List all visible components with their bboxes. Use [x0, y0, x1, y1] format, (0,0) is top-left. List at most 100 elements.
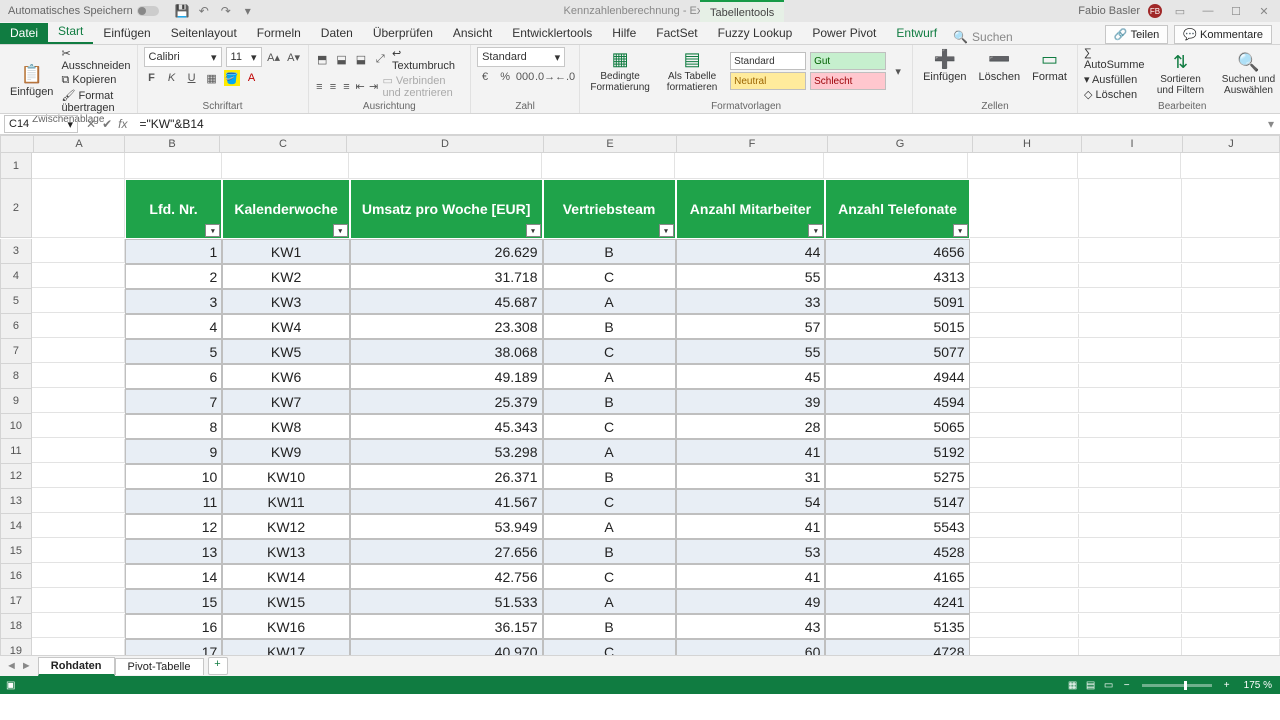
column-header-C[interactable]: C: [220, 135, 347, 153]
cell[interactable]: [1182, 514, 1280, 538]
filter-icon[interactable]: ▾: [808, 224, 823, 237]
cell[interactable]: KW5: [222, 339, 349, 364]
number-format-select[interactable]: Standard▾: [477, 47, 565, 67]
row-header[interactable]: 6: [0, 314, 32, 339]
autosave-switch-icon[interactable]: [137, 6, 159, 16]
cell[interactable]: 5065: [825, 414, 969, 439]
cell[interactable]: [970, 314, 1080, 338]
cell[interactable]: 5: [125, 339, 223, 364]
decrease-decimal-icon[interactable]: ←.0: [557, 69, 573, 85]
cell[interactable]: [32, 179, 125, 238]
cell[interactable]: 13: [125, 539, 223, 564]
align-right-icon[interactable]: ≡: [342, 79, 352, 95]
cell[interactable]: [968, 153, 1078, 179]
view-normal-icon[interactable]: ▦: [1064, 680, 1082, 691]
column-header-E[interactable]: E: [544, 135, 677, 153]
search-box[interactable]: 🔍Suchen: [947, 30, 1019, 44]
cell[interactable]: 3: [125, 289, 223, 314]
cell[interactable]: 4944: [825, 364, 969, 389]
cell[interactable]: C: [543, 414, 676, 439]
tab-fuzzylookup[interactable]: Fuzzy Lookup: [708, 23, 803, 44]
cell[interactable]: [1182, 239, 1280, 263]
column-header-H[interactable]: H: [973, 135, 1082, 153]
tab-pagelayout[interactable]: Seitenlayout: [161, 23, 247, 44]
table-header[interactable]: Anzahl Mitarbeiter▾: [676, 179, 826, 239]
cell[interactable]: 45: [676, 364, 826, 389]
merge-button[interactable]: ▭ Verbinden und zentrieren: [382, 74, 464, 99]
cellstyle-standard[interactable]: Standard: [730, 52, 806, 70]
align-left-icon[interactable]: ≡: [315, 79, 325, 95]
fx-icon[interactable]: fx: [118, 117, 127, 131]
bold-button[interactable]: F: [144, 70, 160, 86]
cellstyles-more-icon[interactable]: ▾: [890, 63, 906, 79]
cell[interactable]: [32, 589, 125, 613]
row-header[interactable]: 12: [0, 464, 32, 489]
cell[interactable]: C: [543, 489, 676, 514]
cell[interactable]: [1182, 389, 1280, 413]
cell[interactable]: B: [543, 464, 676, 489]
copy-button[interactable]: ⧉ Kopieren: [61, 74, 130, 87]
row-header[interactable]: 11: [0, 439, 32, 464]
autosave-toggle[interactable]: Automatisches Speichern: [0, 5, 167, 17]
cell[interactable]: [970, 639, 1080, 655]
cellstyle-bad[interactable]: Schlecht: [810, 72, 886, 90]
cell[interactable]: [1079, 564, 1181, 588]
cell[interactable]: [32, 514, 125, 538]
cancel-formula-icon[interactable]: ✕: [86, 117, 96, 131]
row-header[interactable]: 3: [0, 239, 32, 264]
cell[interactable]: KW14: [222, 564, 349, 589]
cell[interactable]: 55: [676, 339, 826, 364]
column-header-D[interactable]: D: [347, 135, 544, 153]
cell[interactable]: KW2: [222, 264, 349, 289]
formula-input[interactable]: ="KW"&B14: [133, 117, 1262, 131]
cell[interactable]: 33: [676, 289, 826, 314]
row-header[interactable]: 9: [0, 389, 32, 414]
borders-button[interactable]: ▦: [204, 70, 220, 86]
align-middle-icon[interactable]: ⬓: [334, 52, 349, 68]
cell[interactable]: [970, 589, 1080, 613]
cell[interactable]: [1182, 314, 1280, 338]
cell[interactable]: [1182, 414, 1280, 438]
cell[interactable]: [32, 464, 125, 488]
percent-icon[interactable]: %: [497, 69, 513, 85]
cell[interactable]: 15: [125, 589, 223, 614]
cell[interactable]: 45.343: [350, 414, 543, 439]
sort-filter-button[interactable]: ⇅Sortieren und Filtern: [1149, 50, 1213, 98]
cell[interactable]: 28: [676, 414, 826, 439]
cell[interactable]: 41.567: [350, 489, 543, 514]
name-box[interactable]: C14▾: [4, 115, 78, 133]
zoom-level[interactable]: 175 %: [1236, 680, 1280, 691]
tab-review[interactable]: Überprüfen: [363, 23, 443, 44]
cell[interactable]: 53.298: [350, 439, 543, 464]
cell[interactable]: [1079, 539, 1181, 563]
cell[interactable]: KW9: [222, 439, 349, 464]
cell[interactable]: A: [543, 364, 676, 389]
row-header[interactable]: 2: [0, 179, 32, 238]
cell[interactable]: [32, 414, 125, 438]
cell[interactable]: [32, 239, 125, 263]
cell[interactable]: [970, 239, 1080, 263]
cell[interactable]: 49: [676, 589, 826, 614]
zoom-slider[interactable]: [1142, 684, 1212, 687]
delete-cells-button[interactable]: ➖Löschen: [975, 47, 1025, 85]
cell[interactable]: [1182, 339, 1280, 363]
cellstyle-neutral[interactable]: Neutral: [730, 72, 806, 90]
cell[interactable]: [1079, 614, 1181, 638]
cell[interactable]: [32, 564, 125, 588]
decrease-font-icon[interactable]: A▾: [286, 49, 302, 65]
cell[interactable]: 51.533: [350, 589, 543, 614]
cell[interactable]: [1182, 179, 1280, 238]
cell[interactable]: [970, 464, 1080, 488]
cell[interactable]: 43: [676, 614, 826, 639]
cell[interactable]: 54: [676, 489, 826, 514]
cell[interactable]: [32, 153, 125, 179]
cellstyle-good[interactable]: Gut: [810, 52, 886, 70]
cell[interactable]: 5077: [825, 339, 969, 364]
clear-button[interactable]: ◇ Löschen: [1084, 88, 1145, 101]
cell[interactable]: [970, 364, 1080, 388]
cell[interactable]: 38.068: [350, 339, 543, 364]
cell[interactable]: [1182, 489, 1280, 513]
autosum-button[interactable]: ∑ AutoSumme: [1084, 47, 1145, 71]
cell[interactable]: 5147: [825, 489, 969, 514]
table-header[interactable]: Lfd. Nr.▾: [125, 179, 223, 239]
